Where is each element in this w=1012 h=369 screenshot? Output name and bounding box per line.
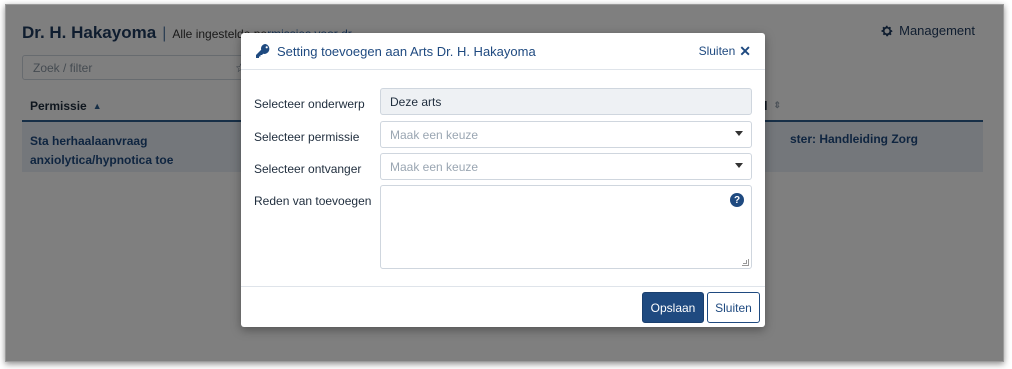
key-icon: [256, 44, 270, 58]
recipient-label: Selecteer ontvanger: [254, 162, 362, 176]
resize-handle[interactable]: [742, 259, 749, 266]
permission-label: Selecteer permissie: [254, 130, 360, 144]
close-label: Sluiten: [698, 44, 736, 58]
help-icon[interactable]: ?: [730, 193, 744, 207]
subject-label: Selecteer onderwerp: [254, 97, 365, 111]
permission-placeholder: Maak een keuze: [390, 127, 479, 142]
subject-row: Selecteer onderwerp Deze arts: [254, 88, 752, 115]
reason-label: Reden van toevoegen: [254, 194, 372, 208]
save-button[interactable]: Opslaan: [642, 292, 704, 323]
permission-select[interactable]: Maak een keuze: [380, 121, 752, 148]
modal-close-button[interactable]: Sluiten ✕: [699, 43, 751, 60]
app-window: Dr. H. Hakayoma | Alle ingestelde permis…: [5, 4, 1004, 362]
chevron-down-icon: [735, 163, 743, 168]
recipient-row: Selecteer ontvanger Maak een keuze: [254, 153, 752, 180]
close-icon: ✕: [739, 42, 751, 59]
permission-row: Selecteer permissie Maak een keuze: [254, 121, 752, 148]
modal-header: Setting toevoegen aan Arts Dr. H. Hakayo…: [241, 33, 765, 70]
subject-field: Deze arts: [380, 88, 752, 115]
reason-row: Reden van toevoegen ?: [254, 185, 752, 269]
add-setting-modal: Setting toevoegen aan Arts Dr. H. Hakayo…: [241, 33, 765, 327]
recipient-select[interactable]: Maak een keuze: [380, 153, 752, 180]
subject-value: Deze arts: [390, 94, 442, 109]
cancel-button[interactable]: Sluiten: [707, 292, 760, 323]
modal-title: Setting toevoegen aan Arts Dr. H. Hakayo…: [277, 43, 536, 59]
recipient-placeholder: Maak een keuze: [390, 159, 479, 174]
chevron-down-icon: [735, 131, 743, 136]
modal-footer: Opslaan Sluiten: [241, 286, 765, 327]
reason-textarea[interactable]: ?: [380, 185, 752, 269]
